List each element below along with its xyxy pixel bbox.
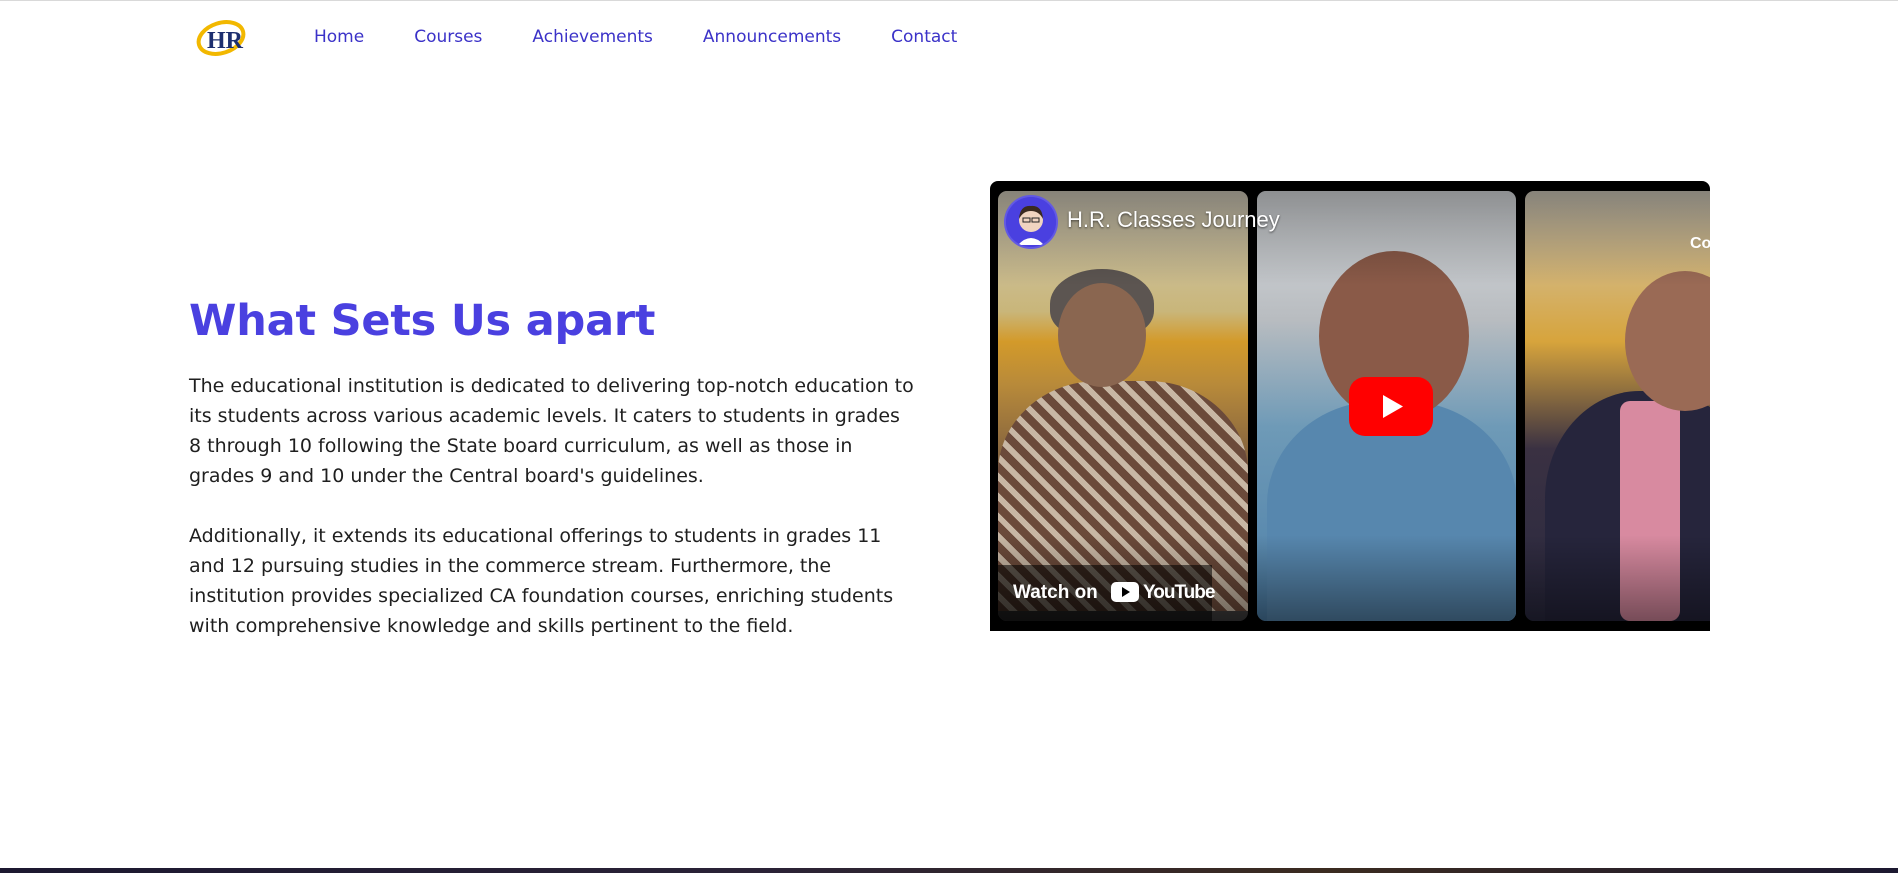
hr-logo-icon[interactable]: HR: [196, 16, 246, 60]
youtube-video-embed[interactable]: H.R. Classes Journey Co Watch on YouTube: [990, 181, 1710, 631]
video-thumbnail-3: [1525, 191, 1710, 621]
nav-link-home[interactable]: Home: [314, 27, 364, 47]
footer-edge: [0, 868, 1898, 873]
watch-on-youtube-button[interactable]: Watch on YouTube: [998, 565, 1215, 621]
play-icon: [1383, 395, 1403, 418]
nav-link-achievements[interactable]: Achievements: [532, 27, 652, 47]
watch-on-label: Watch on: [1013, 582, 1098, 603]
intro-paragraph: The educational institution is dedicated…: [189, 375, 914, 487]
youtube-wordmark: YouTube: [1143, 582, 1215, 603]
top-navigation: HR Home Courses Achievements Announcemen…: [0, 0, 1898, 76]
video-title[interactable]: H.R. Classes Journey: [1067, 207, 1280, 233]
thumbnail-caption: Co: [1690, 235, 1710, 252]
video-thumbnail-1: [998, 191, 1248, 621]
thumbnail-shade: [998, 191, 1248, 621]
logo-text: HR: [207, 28, 244, 54]
thumbnail-shade: [1525, 191, 1710, 621]
nav-link-announcements[interactable]: Announcements: [703, 27, 841, 47]
section-heading: What Sets Us apart: [189, 296, 656, 346]
offerings-paragraph: Additionally, it extends its educational…: [189, 525, 894, 637]
nav-links: Home Courses Achievements Announcements …: [314, 27, 1007, 47]
play-button[interactable]: [1349, 377, 1433, 436]
nav-link-contact[interactable]: Contact: [891, 27, 957, 47]
channel-avatar[interactable]: [1004, 195, 1058, 249]
nav-link-courses[interactable]: Courses: [414, 27, 482, 47]
youtube-logo-icon: [1111, 582, 1139, 602]
